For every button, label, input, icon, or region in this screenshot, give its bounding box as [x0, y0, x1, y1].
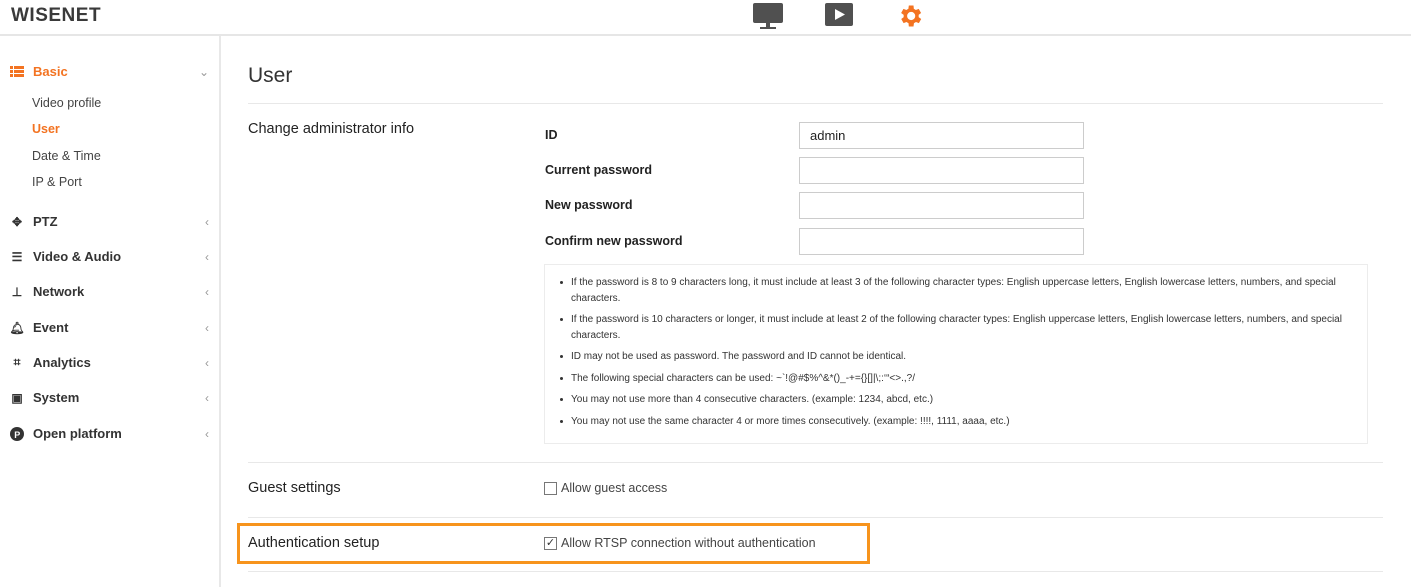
id-label: ID	[545, 128, 558, 142]
list-icon	[9, 65, 25, 79]
sidebar-menu-event[interactable]: 🔔︎ Event ‹	[9, 320, 209, 335]
confirm-password-input[interactable]	[799, 228, 1084, 255]
chevron-down-icon: ⌄	[198, 64, 209, 79]
play-icon[interactable]	[824, 2, 854, 28]
sidebar-menu-network[interactable]: ⊥ Network ‹	[9, 284, 209, 299]
platform-icon: P	[9, 426, 25, 441]
allow-guest-checkbox[interactable]: Allow guest access	[544, 481, 667, 495]
rule-item: The following special characters can be …	[557, 371, 1353, 387]
sidebar-menu-label: Event	[33, 320, 69, 335]
id-input[interactable]	[799, 122, 1084, 149]
chevron-left-icon: ‹	[205, 390, 209, 405]
system-icon: ▣	[11, 390, 23, 405]
highlight-box	[237, 523, 870, 564]
chevron-left-icon: ‹	[205, 355, 209, 370]
rule-item: If the password is 10 characters or long…	[557, 312, 1353, 343]
chevron-left-icon: ‹	[205, 284, 209, 299]
chevron-left-icon: ‹	[205, 320, 209, 335]
new-password-input[interactable]	[799, 192, 1084, 219]
sidebar-menu-ptz[interactable]: ✥ PTZ ‹	[9, 214, 209, 229]
gear-icon[interactable]	[895, 2, 925, 30]
sidebar-menu-analytics[interactable]: ⌗ Analytics ‹	[9, 355, 209, 370]
password-rules: If the password is 8 to 9 characters lon…	[544, 264, 1368, 444]
sidebar-menu-label: Analytics	[33, 355, 91, 370]
checkbox-label: Allow guest access	[561, 481, 668, 495]
top-header: WISENET	[0, 0, 1411, 36]
chevron-left-icon: ‹	[205, 214, 209, 229]
network-icon: ⊥	[11, 284, 23, 299]
sidebar-menu-label: System	[33, 390, 80, 405]
rule-item: If the password is 8 to 9 characters lon…	[557, 275, 1353, 306]
sidebar-menu-label: PTZ	[33, 214, 58, 229]
current-password-input[interactable]	[799, 157, 1084, 184]
svg-text:P: P	[14, 430, 20, 440]
sidebar-item-user[interactable]: User	[32, 122, 60, 136]
wisenet-logo: WISENET	[11, 5, 102, 26]
section-admin-title: Change administrator info	[248, 121, 415, 137]
rule-item: ID may not be used as password. The pass…	[557, 349, 1353, 365]
page-title: User	[248, 64, 293, 87]
sidebar-item-ip-port[interactable]: IP & Port	[32, 175, 82, 189]
sidebar-menu-label: Open platform	[33, 426, 122, 441]
divider	[248, 462, 1383, 463]
divider	[248, 517, 1383, 518]
move-icon: ✥	[11, 214, 23, 229]
sidebar-menu-video-audio[interactable]: ☰ Video & Audio ‹	[9, 249, 209, 264]
rule-item: You may not use the same character 4 or …	[557, 414, 1353, 430]
sidebar-menu-label: Video & Audio	[33, 249, 122, 264]
analytics-icon: ⌗	[13, 355, 21, 369]
sidebar-menu-label: Basic	[33, 64, 68, 79]
checkbox[interactable]	[544, 481, 557, 495]
sliders-icon: ☰	[11, 249, 23, 264]
chevron-left-icon: ‹	[205, 249, 209, 264]
sidebar-item-video-profile[interactable]: Video profile	[32, 96, 101, 110]
sidebar-menu-basic[interactable]: Basic ⌄	[9, 64, 209, 79]
sidebar: Basic ⌄ Video profile User Date & Time I…	[0, 36, 221, 587]
divider	[248, 571, 1383, 572]
chevron-left-icon: ‹	[205, 426, 209, 441]
new-password-label: New password	[545, 198, 633, 212]
sidebar-menu-open-platform[interactable]: P Open platform ‹	[9, 426, 209, 441]
monitor-icon[interactable]	[752, 2, 784, 30]
sidebar-menu-system[interactable]: ▣ System ‹	[9, 390, 209, 405]
current-password-label: Current password	[545, 163, 652, 177]
sidebar-menu-label: Network	[33, 284, 85, 299]
rule-item: You may not use more than 4 consecutive …	[557, 392, 1353, 408]
divider	[248, 103, 1383, 104]
section-guest-title: Guest settings	[248, 480, 341, 496]
confirm-password-label: Confirm new password	[545, 234, 683, 248]
bell-icon: 🔔︎	[9, 320, 25, 335]
sidebar-item-date-time[interactable]: Date & Time	[32, 149, 101, 163]
